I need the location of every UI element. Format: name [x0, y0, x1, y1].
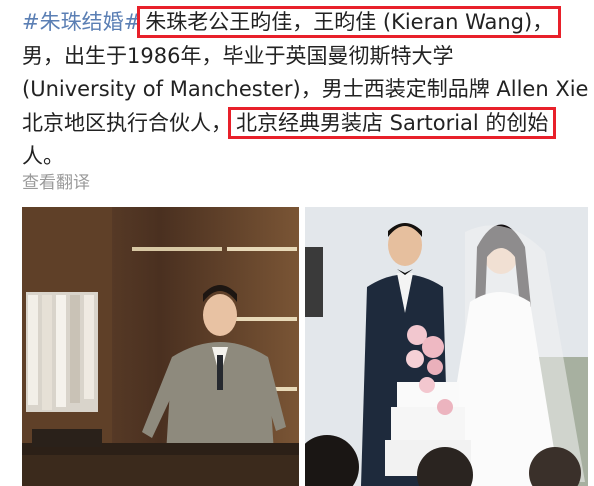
highlight-box-store: 北京经典男装店 Sartorial 的创始 — [227, 106, 557, 139]
hashtag-link[interactable]: #朱珠结婚# — [22, 10, 141, 34]
shop-illustration — [22, 207, 299, 486]
translate-link[interactable]: 查看翻译 — [22, 168, 90, 193]
post-line-4-prefix: 北京地区执行合伙人， — [22, 110, 232, 135]
photo-groom-in-shop[interactable] — [22, 207, 299, 486]
highlight-box-name: 朱珠老公王昀佳，王昀佳 (Kieran Wang)， — [137, 6, 562, 38]
post-line-5: 人。 — [22, 144, 64, 168]
post-line-2: 男，出生于1986年，毕业于英国曼彻斯特大学 — [22, 43, 454, 68]
post-line-1: #朱珠结婚# 朱珠老公王昀佳，王昀佳 (Kieran Wang)， — [22, 6, 582, 40]
post-text: #朱珠结婚# 朱珠老公王昀佳，王昀佳 (Kieran Wang)， 男，出生于19… — [22, 6, 589, 174]
post-line-4: 北京地区执行合伙人， 北京经典男装店 Sartorial 的创始 — [22, 106, 582, 141]
photo-wedding-cake[interactable] — [305, 207, 588, 486]
wedding-illustration — [305, 207, 588, 486]
post-line-3: (University of Manchester)，男士西装定制品牌 Alle… — [22, 77, 589, 101]
